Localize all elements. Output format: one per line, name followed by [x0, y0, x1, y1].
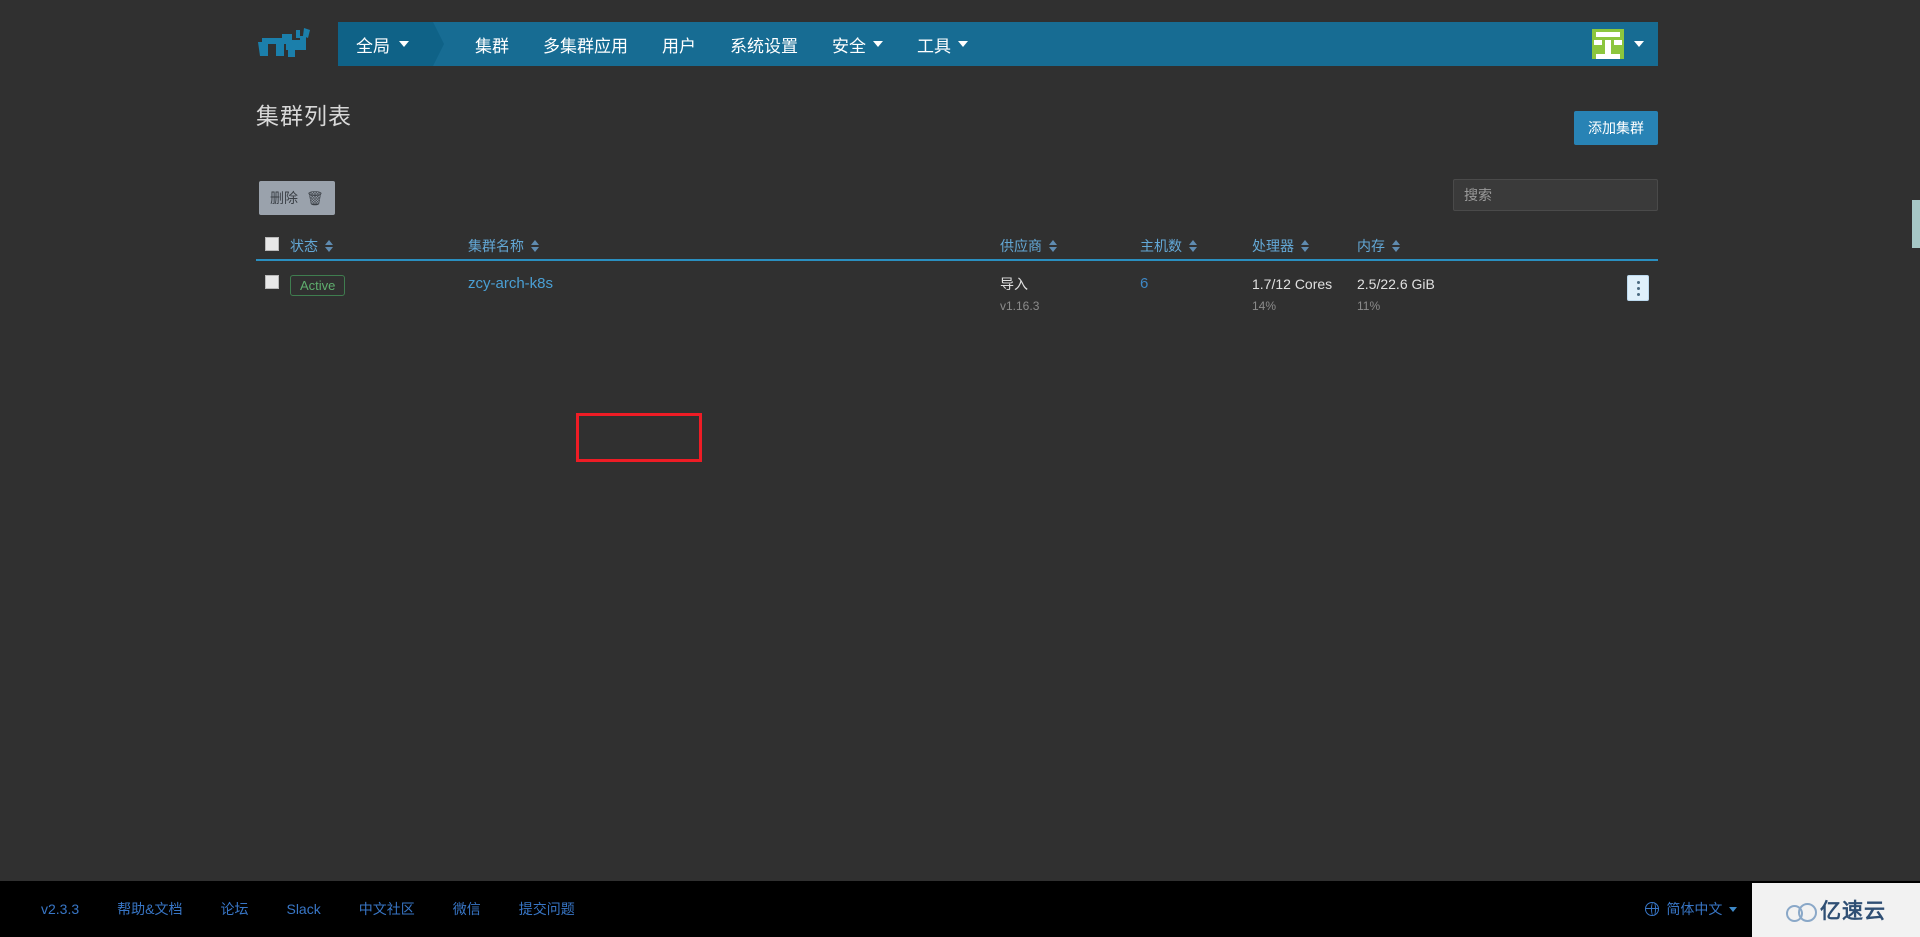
- footer-version[interactable]: v2.3.3: [22, 901, 98, 917]
- top-header: 全局 集群 多集群应用 用户 系统设置 安全 工具: [0, 0, 1920, 74]
- sort-icon: [1392, 240, 1400, 252]
- chevron-down-icon: [1634, 41, 1644, 47]
- watermark: 亿速云: [1752, 883, 1920, 937]
- status-badge: Active: [290, 275, 346, 296]
- nav-item-label: 用户: [662, 36, 696, 56]
- annotation-highlight: [576, 413, 702, 462]
- cell-state: Active: [290, 275, 380, 296]
- globe-icon: [1645, 901, 1660, 916]
- column-header-hosts[interactable]: 主机数: [1140, 236, 1252, 256]
- nav-item-users[interactable]: 用户: [645, 22, 713, 66]
- table-header-row: 状态 集群名称 供应商 主机数 处理器 内存: [256, 233, 1658, 261]
- nav-item-security[interactable]: 安全: [815, 22, 900, 66]
- main-content: 集群列表 添加集群 删除 🗑 状态 集群名称: [256, 95, 1658, 462]
- column-label: 状态: [290, 238, 318, 254]
- column-label: 集群名称: [468, 238, 524, 254]
- memory-value: 2.5/22.6 GiB: [1357, 276, 1435, 292]
- nav-item-label: 系统设置: [730, 36, 798, 56]
- column-header-cpu[interactable]: 处理器: [1252, 236, 1357, 256]
- cell-actions: [1497, 275, 1658, 301]
- search-input[interactable]: [1453, 179, 1658, 211]
- chevron-down-icon: [399, 41, 409, 47]
- sort-icon: [1301, 240, 1309, 252]
- chevron-down-icon: [958, 41, 968, 47]
- cell-provider: 导入 v1.16.3: [1000, 275, 1140, 315]
- sort-icon: [1049, 240, 1057, 252]
- rancher-cluster-list-page: 全局 集群 多集群应用 用户 系统设置 安全 工具 集群列表 添加集群 删除 🗑…: [0, 0, 1920, 937]
- chevron-down-icon: [1729, 906, 1738, 912]
- footer-links: v2.3.3 帮助&文档 论坛 Slack 中文社区 微信 提交问题: [0, 899, 594, 919]
- provider-value: 导入: [1000, 276, 1028, 292]
- footer-link-slack[interactable]: Slack: [267, 901, 339, 917]
- column-header-provider[interactable]: 供应商: [1000, 236, 1140, 256]
- row-select-cell: [256, 275, 290, 294]
- sort-icon: [325, 240, 333, 252]
- cpu-percent: 14%: [1252, 299, 1277, 313]
- trash-icon: 🗑: [306, 190, 324, 206]
- chevron-down-icon: [873, 41, 883, 47]
- nav-item-list: 集群 多集群应用 用户 系统设置 安全 工具: [458, 22, 985, 66]
- rancher-cow-logo[interactable]: [256, 22, 320, 66]
- nav-item-label: 安全: [832, 36, 866, 56]
- page-title: 集群列表: [256, 103, 352, 129]
- cloud-icon: [1786, 902, 1817, 922]
- nav-item-label: 集群: [475, 36, 509, 56]
- footer-link-docs[interactable]: 帮助&文档: [98, 899, 201, 919]
- clusters-table: 状态 集群名称 供应商 主机数 处理器 内存 Active zcy-arch-k…: [256, 233, 1658, 462]
- cell-memory: 2.5/22.6 GiB 11%: [1357, 275, 1497, 315]
- kebab-menu-icon[interactable]: [1627, 275, 1649, 301]
- footer-link-issue[interactable]: 提交问题: [500, 899, 594, 919]
- cell-cpu: 1.7/12 Cores 14%: [1252, 275, 1357, 315]
- cow-logo-svg: [258, 28, 310, 57]
- cell-hosts: 6: [1140, 275, 1252, 292]
- column-header-state[interactable]: 状态: [290, 236, 380, 256]
- nav-item-clusters[interactable]: 集群: [458, 22, 526, 66]
- row-checkbox[interactable]: [265, 275, 279, 289]
- bulk-delete-label: 删除: [270, 190, 298, 206]
- main-navbar: 全局 集群 多集群应用 用户 系统设置 安全 工具: [338, 22, 1658, 66]
- column-label: 供应商: [1000, 238, 1042, 254]
- table-toolbar: 删除 🗑: [256, 179, 1658, 219]
- nav-item-label: 工具: [917, 36, 951, 56]
- provider-version: v1.16.3: [1000, 299, 1040, 313]
- column-label: 主机数: [1140, 238, 1182, 254]
- nav-item-settings[interactable]: 系统设置: [713, 22, 815, 66]
- sort-icon: [531, 240, 539, 252]
- footer-link-chinese-community[interactable]: 中文社区: [340, 899, 434, 919]
- watermark-text: 亿速云: [1820, 900, 1886, 923]
- footer-link-forum[interactable]: 论坛: [201, 899, 267, 919]
- page-header: 集群列表 添加集群: [256, 95, 1658, 145]
- column-header-name[interactable]: 集群名称: [380, 236, 1000, 256]
- nav-item-tools[interactable]: 工具: [900, 22, 985, 66]
- nav-item-label: 多集群应用: [543, 36, 628, 56]
- nav-scope-label: 全局: [356, 36, 390, 56]
- bulk-delete-button[interactable]: 删除 🗑: [259, 181, 335, 215]
- sort-icon: [1189, 240, 1197, 252]
- avatar: [1592, 29, 1624, 59]
- cpu-value: 1.7/12 Cores: [1252, 276, 1333, 292]
- add-cluster-button[interactable]: 添加集群: [1574, 111, 1658, 145]
- language-selector[interactable]: 简体中文: [1645, 899, 1738, 919]
- language-label: 简体中文: [1666, 901, 1723, 917]
- nav-scope-global[interactable]: 全局: [338, 22, 444, 66]
- column-header-memory[interactable]: 内存: [1357, 236, 1497, 256]
- column-label: 内存: [1357, 238, 1385, 254]
- column-label: 处理器: [1252, 238, 1294, 254]
- scrollbar-thumb[interactable]: [1912, 200, 1920, 248]
- memory-percent: 11%: [1357, 299, 1381, 313]
- footer-link-wechat[interactable]: 微信: [434, 899, 500, 919]
- footer-bar: v2.3.3 帮助&文档 论坛 Slack 中文社区 微信 提交问题 简体中文 …: [0, 881, 1920, 937]
- user-menu[interactable]: [1582, 22, 1658, 66]
- hosts-count-link[interactable]: 6: [1140, 275, 1148, 292]
- table-row: Active zcy-arch-k8s 导入 v1.16.3 6 1.7/12 …: [256, 261, 1658, 315]
- nav-item-multicluster-apps[interactable]: 多集群应用: [526, 22, 645, 66]
- cell-name: zcy-arch-k8s: [380, 275, 1000, 292]
- select-all-cell: [256, 236, 290, 256]
- select-all-checkbox[interactable]: [265, 236, 279, 251]
- cluster-name-link[interactable]: zcy-arch-k8s: [468, 275, 553, 292]
